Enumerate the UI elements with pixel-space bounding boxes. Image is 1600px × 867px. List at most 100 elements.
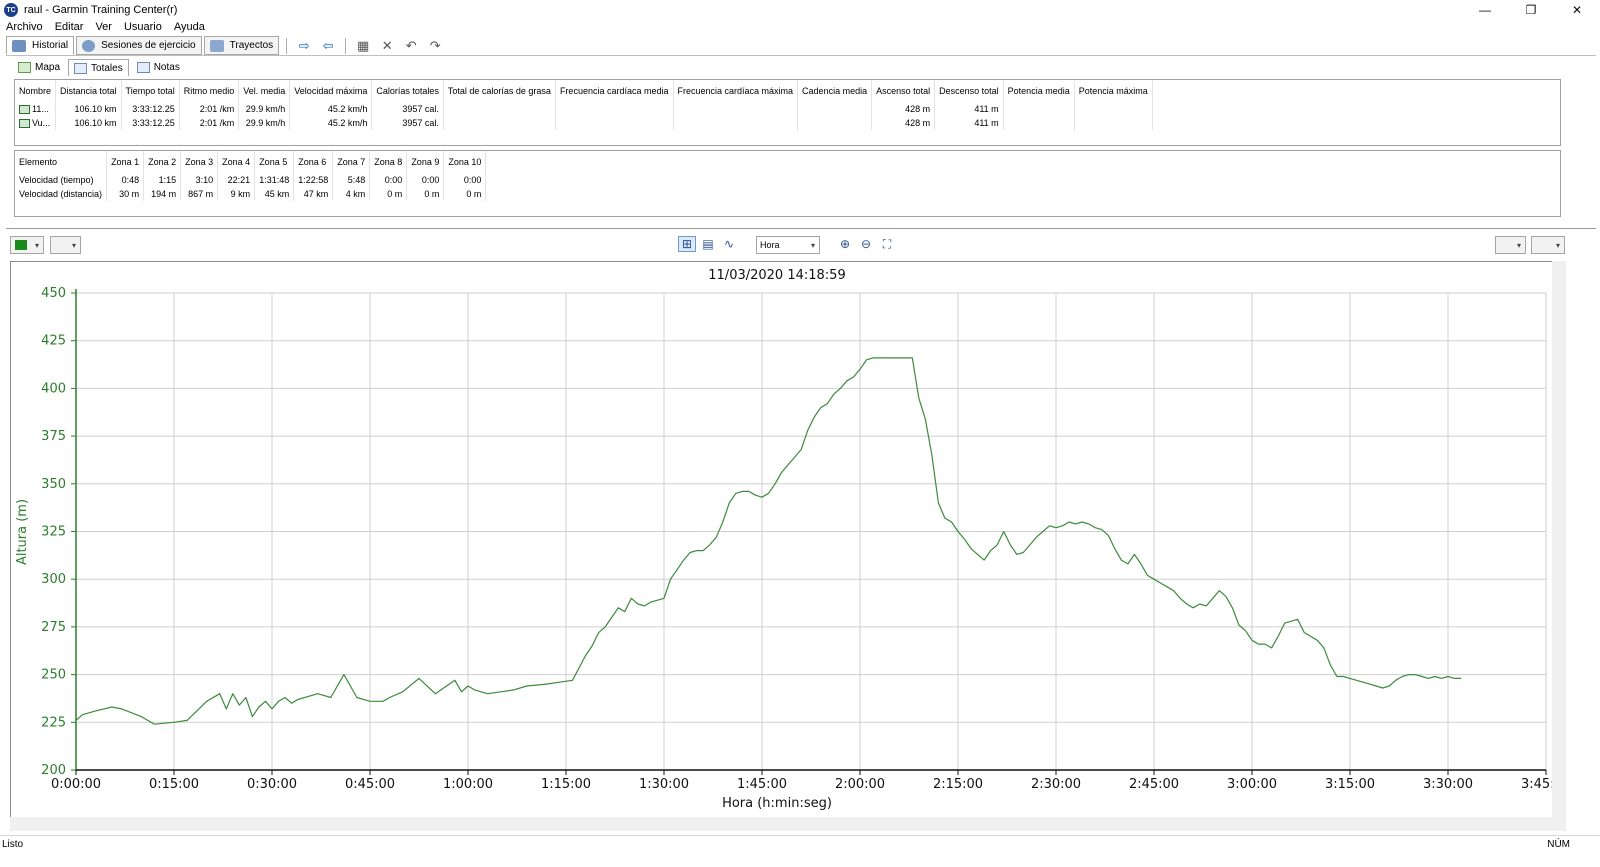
totals-panel: Nombre Distancia total Tiempo total Ritm… [14, 79, 1561, 146]
table-cell [555, 102, 674, 116]
menu-usuario[interactable]: Usuario [118, 21, 168, 33]
grid-icon[interactable]: ▤ [699, 236, 717, 252]
restore-button[interactable]: ❐ [1508, 0, 1554, 20]
column-header[interactable]: Distancia total [55, 80, 122, 102]
column-header[interactable]: Cadencia media [797, 80, 873, 102]
table-cell: 106.10 km [55, 116, 122, 130]
curve-icon[interactable]: ∿ [720, 236, 738, 252]
receive-from-device-icon[interactable]: ⇦ [316, 37, 340, 55]
zones-table: Elemento Zona 1 Zona 2 Zona 3 Zona 4 Zon… [15, 151, 487, 201]
num-lock-indicator: NÚM [1547, 838, 1570, 850]
column-header[interactable]: Zona 1 [106, 151, 145, 173]
column-header[interactable]: Zona 7 [332, 151, 371, 173]
series-dropdown[interactable]: ▾ [50, 236, 81, 254]
column-header[interactable]: Ascenso total [871, 80, 936, 102]
menu-editar[interactable]: Editar [49, 21, 90, 33]
column-header[interactable]: Tiempo total [121, 80, 180, 102]
crosshair-icon[interactable]: ⊞ [678, 236, 696, 252]
column-header[interactable]: Total de calorías de grasa [443, 80, 556, 102]
column-header[interactable]: Calorías totales [371, 80, 444, 102]
zoom-in-icon[interactable]: ⊕ [836, 236, 854, 252]
view-tabs: Mapa Totales Notas [12, 59, 188, 76]
send-to-device-icon[interactable]: ⇨ [292, 37, 316, 55]
column-header[interactable]: Zona 8 [369, 151, 408, 173]
tab-trayectos-label: Trayectos [229, 40, 274, 51]
column-header[interactable]: Frecuencia cardíaca máxima [673, 80, 799, 102]
x-axis-dropdown[interactable]: Hora ▾ [756, 236, 820, 254]
column-header[interactable]: Zona 3 [180, 151, 219, 173]
table-row[interactable]: Velocidad (distancia) 30 m 194 m 867 m 9… [15, 187, 487, 201]
table-cell: 45.2 km/h [289, 116, 373, 130]
table-icon [74, 62, 88, 74]
zoom-fit-icon[interactable]: ⛶ [878, 236, 896, 252]
tab-totales[interactable]: Totales [68, 59, 129, 76]
table-row[interactable]: 11... 106.10 km 3:33:12.25 2:01 /km 29.9… [15, 102, 1153, 116]
splitter[interactable] [6, 228, 1596, 229]
tab-sesiones[interactable]: Sesiones de ejercicio [76, 36, 202, 55]
right-axis-dropdown[interactable]: ▾ [1531, 236, 1565, 254]
vertical-scrollbar[interactable] [1552, 261, 1566, 817]
table-cell: 29.9 km/h [238, 116, 291, 130]
undo-icon[interactable]: ↶ [399, 37, 423, 55]
right-series-dropdown[interactable]: ▾ [1495, 236, 1526, 254]
series-color-dropdown[interactable]: ▾ [10, 236, 44, 254]
column-header[interactable]: Frecuencia cardíaca media [555, 80, 674, 102]
column-header[interactable]: Zona 2 [143, 151, 182, 173]
x-tick-label: 3:30:00 [1423, 777, 1473, 792]
column-header[interactable]: Zona 9 [406, 151, 445, 173]
table-cell: 29.9 km/h [238, 102, 291, 116]
table-cell: 3957 cal. [371, 102, 444, 116]
menu-ayuda[interactable]: Ayuda [168, 21, 211, 33]
table-cell: 2:01 /km [179, 116, 240, 130]
table-cell: 3:10 [180, 173, 219, 187]
y-tick-label: 225 [41, 715, 66, 730]
column-header[interactable]: Zona 5 [254, 151, 295, 173]
close-button[interactable]: ✕ [1554, 0, 1600, 20]
copy-icon[interactable]: ▦ [351, 37, 375, 55]
table-cell: 867 m [180, 187, 219, 201]
chart-grid [75, 292, 1547, 771]
zoom-out-icon[interactable]: ⊖ [857, 236, 875, 252]
column-header[interactable]: Descenso total [934, 80, 1004, 102]
y-axis-label: Altura (m) [15, 499, 30, 565]
y-tick-label: 250 [41, 668, 66, 683]
column-header[interactable]: Zona 4 [217, 151, 256, 173]
color-swatch [15, 240, 27, 250]
x-tick-label: 2:45:00 [1129, 777, 1179, 792]
tab-notas-label: Notas [153, 62, 180, 73]
elevation-chart[interactable]: 200 225 250 275 300 325 350 375 400 425 450 0:00:00… [10, 261, 1571, 817]
toolbar-separator [286, 37, 288, 54]
table-cell: 47 km [293, 187, 334, 201]
minimize-button[interactable]: — [1462, 0, 1508, 20]
column-header[interactable]: Ritmo medio [179, 80, 240, 102]
table-cell [555, 116, 674, 130]
table-cell [797, 116, 873, 130]
column-header[interactable]: Zona 6 [293, 151, 334, 173]
tab-mapa[interactable]: Mapa [12, 59, 66, 76]
tab-trayectos[interactable]: Trayectos [203, 36, 280, 55]
table-cell: 45.2 km/h [289, 102, 373, 116]
status-bar: Listo NÚM [0, 835, 1600, 852]
menu-archivo[interactable]: Archivo [0, 21, 49, 33]
column-header[interactable]: Elemento [15, 151, 108, 173]
column-header[interactable]: Vel. media [238, 80, 291, 102]
horizontal-scrollbar[interactable] [10, 817, 1566, 831]
tab-historial[interactable]: Historial [6, 36, 75, 55]
x-axis-dropdown-value: Hora [760, 240, 780, 250]
table-cell: 0:00 [369, 173, 408, 187]
redo-icon[interactable]: ↷ [423, 37, 447, 55]
toolbar-separator [345, 37, 347, 54]
tab-notas[interactable]: Notas [131, 59, 186, 76]
delete-icon[interactable]: ✕ [375, 37, 399, 55]
column-header[interactable]: Velocidad máxima [289, 80, 373, 102]
column-header[interactable]: Nombre [15, 80, 57, 102]
menu-ver[interactable]: Ver [89, 21, 118, 33]
chart-series [75, 357, 1462, 725]
column-header[interactable]: Zona 10 [443, 151, 487, 173]
x-tick-label: 1:45:00 [737, 777, 787, 792]
cell-text: Vu... [32, 117, 51, 128]
table-row[interactable]: Velocidad (tiempo) 0:48 1:15 3:10 22:21 … [15, 173, 487, 187]
column-header[interactable]: Potencia máxima [1074, 80, 1153, 102]
table-row[interactable]: Vu... 106.10 km 3:33:12.25 2:01 /km 29.9… [15, 116, 1153, 130]
column-header[interactable]: Potencia media [1003, 80, 1075, 102]
